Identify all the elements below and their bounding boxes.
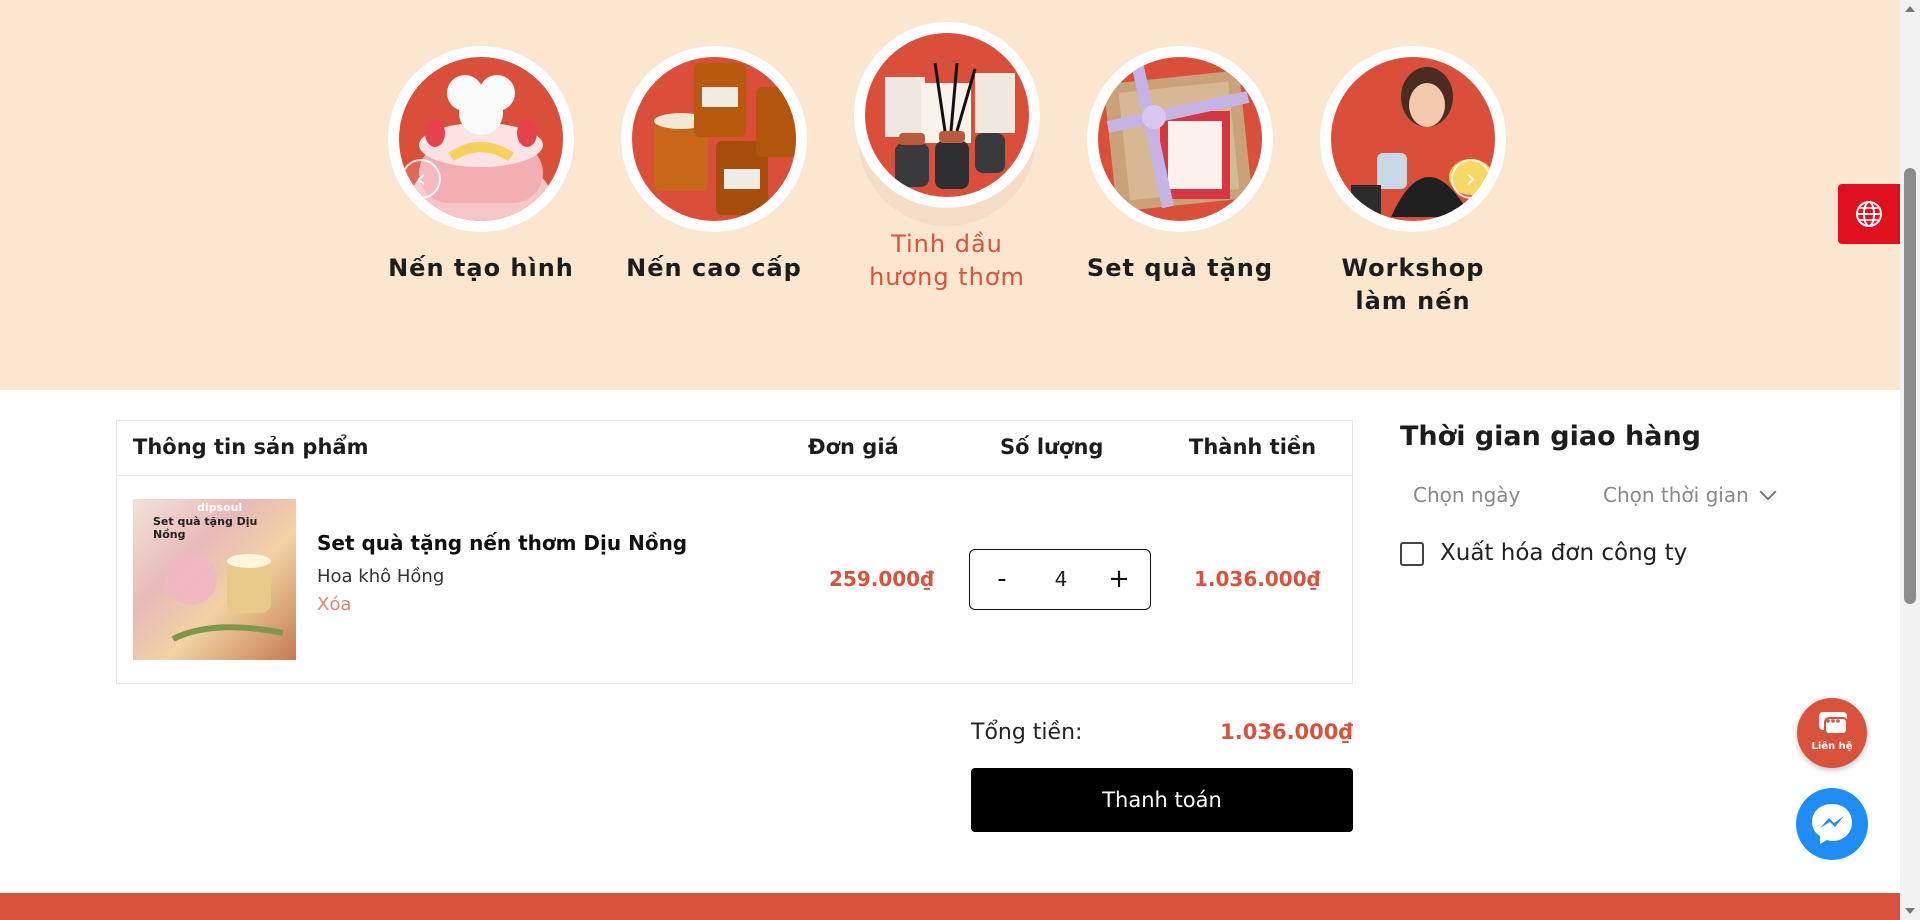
chat-bubbles-icon (1819, 712, 1848, 735)
category-label: Tinh dầu hương thơm (869, 230, 1025, 291)
footer-band (0, 893, 1900, 920)
category-label: Nến cao cấp (626, 254, 802, 282)
unit-price: 259.000₫ (829, 567, 935, 591)
category-image (621, 46, 807, 232)
total-value: 1.036.000₫ (1220, 720, 1353, 744)
category-image (854, 22, 1040, 208)
category-item-premium-candles[interactable]: Nến cao cấp (614, 46, 814, 285)
line-subtotal: 1.036.000₫ (1194, 567, 1321, 591)
language-button[interactable] (1838, 184, 1900, 244)
company-invoice-label[interactable]: Xuất hóa đơn công ty (1440, 540, 1687, 566)
remove-item-link[interactable]: Xóa (317, 594, 351, 615)
candle-jars-icon (654, 63, 796, 215)
chevron-down-icon[interactable] (1759, 483, 1777, 501)
contact-button[interactable]: Liên hệ (1797, 698, 1867, 768)
carousel-prev-button[interactable]: ‹ (401, 159, 441, 199)
category-label: Set quà tặng (1086, 254, 1274, 282)
company-invoice-checkbox[interactable] (1400, 542, 1424, 566)
contact-label: Liên hệ (1811, 741, 1853, 752)
category-label: Nến tạo hình (388, 254, 574, 282)
category-item-gift-sets[interactable]: Set quà tặng (1080, 46, 1280, 285)
decrease-quantity-button[interactable]: - (982, 560, 1022, 600)
delivery-time-title: Thời gian giao hàng (1400, 421, 1702, 452)
category-image: ‹ (388, 46, 574, 232)
product-thumbnail[interactable]: dipsoul Set quà tặng Dịu Nồng (133, 499, 296, 660)
header-unit-price: Đơn giá (808, 435, 899, 459)
category-image: › (1320, 46, 1506, 232)
category-item-essential-oils[interactable]: Tinh dầu hương thơm (847, 22, 1047, 294)
globe-icon (1856, 201, 1882, 227)
header-quantity: Số lượng (1000, 435, 1104, 459)
category-item-shaped-candles[interactable]: ‹ Nến tạo hình (381, 46, 581, 285)
increase-quantity-button[interactable]: + (1099, 560, 1139, 600)
product-name[interactable]: Set quà tặng nến thơm Dịu Nồng (317, 531, 687, 555)
gift-set-photo-icon (165, 553, 284, 642)
cart-table-header: Thông tin sản phẩm Đơn giá Số lượng Thàn… (117, 421, 1352, 476)
scroll-down-arrow[interactable] (1905, 908, 1915, 914)
carousel-next-button[interactable]: › (1451, 159, 1491, 199)
messenger-icon (1812, 804, 1852, 844)
delivery-date-select[interactable]: Chọn ngày (1413, 483, 1520, 507)
category-item-candle-workshop[interactable]: › Workshop làm nến (1313, 46, 1513, 318)
cart-table: Thông tin sản phẩm Đơn giá Số lượng Thàn… (116, 420, 1353, 684)
header-product-info: Thông tin sản phẩm (133, 435, 369, 459)
page-scrollbar[interactable] (1900, 0, 1920, 920)
delivery-time-select[interactable]: Chọn thời gian (1603, 483, 1749, 507)
quantity-input[interactable]: 4 (1030, 567, 1092, 591)
gift-box-icon (1103, 65, 1253, 212)
quantity-stepper: - 4 + (969, 549, 1151, 610)
category-image (1087, 46, 1273, 232)
messenger-button[interactable] (1796, 788, 1868, 860)
reed-diffuser-icon (885, 62, 1015, 189)
product-variant: Hoa khô Hồng (317, 566, 445, 587)
category-label: Workshop làm nến (1341, 254, 1485, 315)
checkout-button[interactable]: Thanh toán (971, 768, 1353, 832)
header-subtotal: Thành tiền (1189, 435, 1317, 459)
scrollbar-thumb[interactable] (1904, 168, 1916, 604)
scroll-up-arrow[interactable] (1905, 6, 1915, 12)
total-label: Tổng tiền: (971, 720, 1083, 745)
